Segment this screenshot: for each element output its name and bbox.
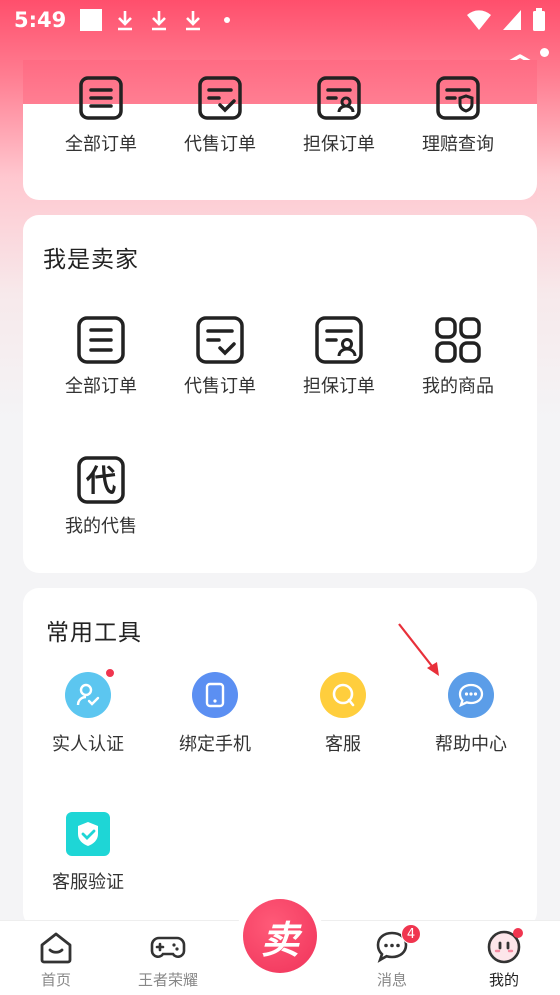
orders-guarantee-item[interactable]: 担保订单 <box>280 74 398 156</box>
phone-icon <box>192 672 238 718</box>
download-icon <box>114 8 136 32</box>
chat-bubble-icon <box>320 672 366 718</box>
orders-guarantee-label: 担保订单 <box>303 134 375 155</box>
dai-icon: 代 <box>77 456 125 504</box>
grid-icon <box>435 317 481 363</box>
customer-service-label: 客服 <box>325 734 361 755</box>
tab-honor-of-kings[interactable]: 王者荣耀 <box>112 929 224 990</box>
seller-orders-guarantee-item[interactable]: 担保订单 <box>280 316 398 398</box>
tab-me-label: 我的 <box>488 971 519 989</box>
bind-phone-item[interactable]: 绑定手机 <box>151 672 279 756</box>
settings-notification-dot <box>540 48 549 57</box>
list-shield-icon <box>436 76 480 120</box>
battery-icon <box>533 8 545 31</box>
tab-messages[interactable]: 消息 <box>336 929 448 990</box>
seller-orders-all-label: 全部订单 <box>65 376 137 397</box>
download-icon <box>148 8 170 32</box>
notification-square-icon <box>80 9 103 31</box>
list-icon <box>79 76 123 120</box>
my-products-label: 我的商品 <box>422 376 494 397</box>
sell-button[interactable]: 卖 <box>243 899 317 973</box>
my-products-item[interactable]: 我的商品 <box>399 316 517 398</box>
status-time: 5:49 <box>14 8 67 32</box>
real-name-verify-label: 实人认证 <box>52 734 124 755</box>
claims-query-label: 理赔查询 <box>422 134 494 155</box>
shield-check-icon <box>66 812 110 856</box>
list-person-icon <box>315 316 363 364</box>
customer-service-item[interactable]: 客服 <box>279 672 407 756</box>
message-dots-icon <box>448 672 494 718</box>
wifi-icon <box>467 10 491 30</box>
seller-orders-consign-label: 代售订单 <box>184 376 256 397</box>
service-verify-item[interactable]: 客服验证 <box>24 812 152 894</box>
tab-messages-label: 消息 <box>376 971 407 989</box>
messages-badge: 4 <box>401 924 421 944</box>
real-name-verify-item[interactable]: 实人认证 <box>24 668 152 756</box>
list-check-icon <box>198 76 242 120</box>
orders-all-item[interactable]: 全部订单 <box>42 74 160 156</box>
my-consign-label: 我的代售 <box>65 516 137 537</box>
seller-orders-all-item[interactable]: 全部订单 <box>42 316 160 398</box>
verified-user-icon <box>65 668 115 718</box>
tools-section-title: 常用工具 <box>46 620 142 646</box>
service-verify-label: 客服验证 <box>52 872 124 893</box>
list-check-icon <box>196 316 244 364</box>
bind-phone-label: 绑定手机 <box>179 734 251 755</box>
help-center-label: 帮助中心 <box>435 734 507 755</box>
signal-icon <box>503 10 521 30</box>
status-bar: 5:49 <box>0 0 560 40</box>
home-icon <box>40 932 72 964</box>
list-person-icon <box>317 76 361 120</box>
orders-consign-label: 代售订单 <box>184 134 256 155</box>
me-notification-dot <box>513 928 523 938</box>
help-center-item[interactable]: 帮助中心 <box>407 672 535 756</box>
list-icon <box>77 316 125 364</box>
seller-orders-guarantee-label: 担保订单 <box>303 376 375 397</box>
my-consign-item[interactable]: 代 我的代售 <box>42 456 160 538</box>
tab-home[interactable]: 首页 <box>0 929 112 990</box>
svg-text:代: 代 <box>85 464 116 499</box>
tab-me[interactable]: 我的 <box>448 929 560 990</box>
notification-dot <box>105 668 115 678</box>
orders-consign-item[interactable]: 代售订单 <box>161 74 279 156</box>
notification-dot-icon <box>224 17 231 23</box>
tab-home-label: 首页 <box>40 971 71 989</box>
download-icon <box>182 8 204 32</box>
claims-query-item[interactable]: 理赔查询 <box>399 74 517 156</box>
gamepad-icon <box>150 936 186 958</box>
seller-section-title: 我是卖家 <box>43 247 139 273</box>
orders-all-label: 全部订单 <box>65 134 137 155</box>
seller-orders-consign-item[interactable]: 代售订单 <box>161 316 279 398</box>
red-arrow-annotation <box>398 623 439 676</box>
tab-honor-of-kings-label: 王者荣耀 <box>137 971 198 989</box>
